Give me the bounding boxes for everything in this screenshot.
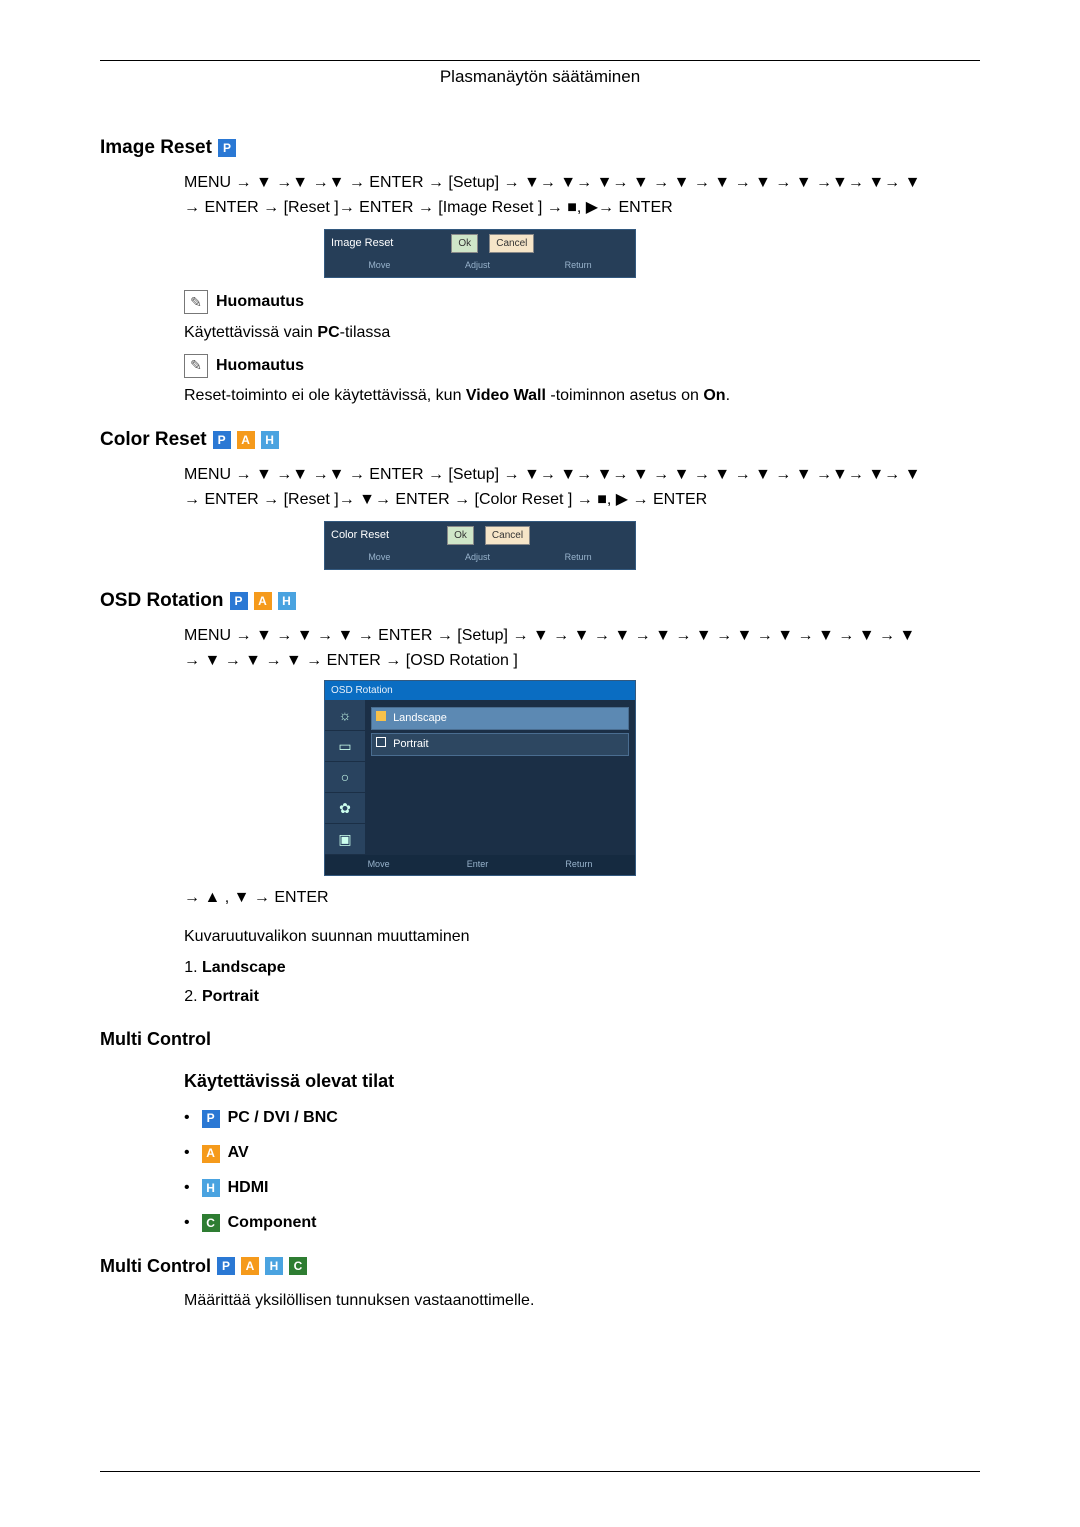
section-title-osd-rotation: OSD Rotation P A H xyxy=(100,590,980,612)
hint-adjust: Adjust xyxy=(465,259,490,273)
hint-return: Return xyxy=(565,858,592,872)
mode-label: AV xyxy=(228,1141,249,1166)
hint-adjust: Adjust xyxy=(465,551,490,565)
mode-badge-h-icon: H xyxy=(278,592,296,610)
heading-text: Multi Control xyxy=(100,1256,211,1277)
mode-badge-p-icon: P xyxy=(202,1110,220,1128)
osd-dialog-color-reset: Color Reset Ok Cancel Move Adjust Return xyxy=(324,521,636,570)
mode-badge-p-icon: P xyxy=(218,139,236,157)
description-text: Kuvaruutuvalikon suunnan muuttaminen xyxy=(184,925,980,950)
footer-rule xyxy=(100,1471,980,1472)
nav-sequence: MENU → ▼ →▼ →▼ → ENTER → [Setup] → ▼→ ▼→… xyxy=(184,171,980,196)
section-title-color-reset: Color Reset P A H xyxy=(100,429,980,451)
mode-badge-a-icon: A xyxy=(237,431,255,449)
heading-text: OSD Rotation xyxy=(100,590,224,612)
mode-label: HDMI xyxy=(228,1176,269,1201)
modes-list: P PC / DVI / BNC A AV H HDMI C Component xyxy=(184,1106,980,1235)
side-icon: ▣ xyxy=(325,824,365,855)
content-multi-control-detail: Määrittää yksilöllisen tunnuksen vastaan… xyxy=(184,1289,980,1314)
section-title-image-reset: Image Reset P xyxy=(100,137,980,159)
content-multi-control: Käytettävissä olevat tilat P PC / DVI / … xyxy=(184,1068,980,1235)
mode-badge-c-icon: C xyxy=(202,1214,220,1232)
options-list: Landscape Portrait xyxy=(202,956,980,1010)
osd-label: Image Reset xyxy=(331,235,393,252)
section-title-multi-control: Multi Control xyxy=(100,1029,980,1050)
radio-dot-icon xyxy=(376,711,386,721)
page-header-title: Plasmanäytön säätäminen xyxy=(100,67,980,87)
ok-button[interactable]: Ok xyxy=(447,526,474,546)
osd-label: Color Reset xyxy=(331,527,389,544)
nav-sequence: → ▲ , ▼ → ENTER xyxy=(184,886,980,911)
mode-badge-p-icon: P xyxy=(230,592,248,610)
list-item: H HDMI xyxy=(184,1176,980,1201)
sub-heading: Käytettävissä olevat tilat xyxy=(184,1068,980,1096)
content-image-reset: MENU → ▼ →▼ →▼ → ENTER → [Setup] → ▼→ ▼→… xyxy=(184,171,980,409)
note-icon: ✎ xyxy=(184,354,208,378)
side-icon: ▭ xyxy=(325,731,365,762)
list-item: P PC / DVI / BNC xyxy=(184,1106,980,1131)
option-label: Portrait xyxy=(393,738,428,750)
note-block: ✎ Huomautus xyxy=(184,290,980,315)
mode-badge-a-icon: A xyxy=(241,1257,259,1275)
content-color-reset: MENU → ▼ →▼ →▼ → ENTER → [Setup] → ▼→ ▼→… xyxy=(184,463,980,570)
note-label: Huomautus xyxy=(216,290,304,315)
osd-menu-rotation: OSD Rotation ☼ ▭ ○ ✿ ▣ Landscape xyxy=(324,680,636,876)
description-text: Määrittää yksilöllisen tunnuksen vastaan… xyxy=(184,1289,980,1314)
header-rule xyxy=(100,60,980,61)
list-item: C Component xyxy=(184,1211,980,1236)
note-block: ✎ Huomautus xyxy=(184,354,980,379)
mode-badge-h-icon: H xyxy=(265,1257,283,1275)
mode-label: PC / DVI / BNC xyxy=(228,1106,338,1131)
note-text-body: Reset-toiminto ei ole käytettävissä, kun… xyxy=(184,384,980,409)
mode-badge-p-icon: P xyxy=(213,431,231,449)
list-item-label: Landscape xyxy=(202,959,286,976)
list-item-label: Portrait xyxy=(202,988,259,1005)
side-icon: ☼ xyxy=(325,700,365,731)
osd-menu-title: OSD Rotation xyxy=(325,681,635,701)
hint-move: Move xyxy=(368,858,390,872)
nav-sequence: MENU → ▼ →▼ →▼ → ENTER → [Setup] → ▼→ ▼→… xyxy=(184,463,980,488)
ok-button[interactable]: Ok xyxy=(451,234,478,254)
osd-dialog-image-reset: Image Reset Ok Cancel Move Adjust Return xyxy=(324,229,636,278)
note-text-body: Käytettävissä vain PC-tilassa xyxy=(184,321,980,346)
side-icon: ○ xyxy=(325,762,365,793)
osd-side-icons: ☼ ▭ ○ ✿ ▣ xyxy=(325,700,365,855)
hint-move: Move xyxy=(368,259,390,273)
radio-dot-icon xyxy=(376,737,386,747)
mode-badge-a-icon: A xyxy=(254,592,272,610)
note-label: Huomautus xyxy=(216,354,304,379)
mode-badge-h-icon: H xyxy=(202,1179,220,1197)
mode-label: Component xyxy=(228,1211,317,1236)
nav-sequence: MENU → ▼ → ▼ → ▼ → ENTER → [Setup] → ▼ →… xyxy=(184,624,980,649)
note-icon: ✎ xyxy=(184,290,208,314)
nav-sequence: → ENTER → [Reset ]→ ENTER → [Image Reset… xyxy=(184,196,980,221)
heading-text: Color Reset xyxy=(100,429,207,451)
hint-enter: Enter xyxy=(467,858,489,872)
option-label: Landscape xyxy=(393,712,447,724)
cancel-button[interactable]: Cancel xyxy=(489,234,534,254)
nav-sequence: → ▼ → ▼ → ▼ → ENTER → [OSD Rotation ] xyxy=(184,649,980,674)
mode-badge-a-icon: A xyxy=(202,1145,220,1163)
mode-badge-h-icon: H xyxy=(261,431,279,449)
mode-badge-c-icon: C xyxy=(289,1257,307,1275)
hint-move: Move xyxy=(368,551,390,565)
hint-return: Return xyxy=(565,259,592,273)
hint-return: Return xyxy=(565,551,592,565)
cancel-button[interactable]: Cancel xyxy=(485,526,530,546)
menu-option-portrait[interactable]: Portrait xyxy=(371,733,629,756)
mode-badge-p-icon: P xyxy=(217,1257,235,1275)
content-osd-rotation: MENU → ▼ → ▼ → ▼ → ENTER → [Setup] → ▼ →… xyxy=(184,624,980,1009)
heading-text: Multi Control xyxy=(100,1029,211,1050)
list-item: A AV xyxy=(184,1141,980,1166)
side-icon: ✿ xyxy=(325,793,365,824)
menu-option-landscape[interactable]: Landscape xyxy=(371,707,629,730)
nav-sequence: → ENTER → [Reset ]→ ▼→ ENTER → [Color Re… xyxy=(184,488,980,513)
heading-text: Image Reset xyxy=(100,137,212,159)
document-page: Plasmanäytön säätäminen Image Reset P ME… xyxy=(0,0,1080,1527)
section-title-multi-control-detail: Multi Control P A H C xyxy=(100,1256,980,1277)
